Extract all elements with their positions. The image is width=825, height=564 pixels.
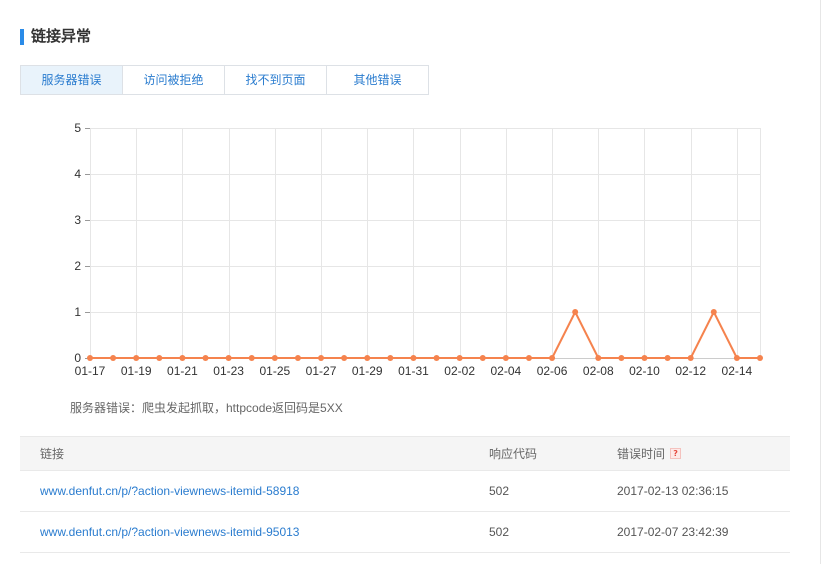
data-point-02-14 <box>733 355 740 361</box>
x-tick-label: 02-14 <box>722 364 753 378</box>
error-time-cell: 2017-02-07 23:42:39 <box>617 525 729 539</box>
x-tick-label: 01-25 <box>259 364 290 378</box>
response-code-cell: 502 <box>489 484 510 498</box>
series-line <box>90 311 760 359</box>
x-tick-label: 02-10 <box>629 364 660 378</box>
data-point-01-28 <box>341 355 348 361</box>
response-code-cell: 502 <box>489 525 510 539</box>
data-point-01-22 <box>202 355 209 361</box>
data-point-01-30 <box>387 355 394 361</box>
data-point-02-08 <box>595 355 602 361</box>
x-tick-label: 01-21 <box>167 364 198 378</box>
x-tick-label: 02-02 <box>444 364 475 378</box>
y-tick-label: 2 <box>74 259 81 273</box>
table-row: www.denfut.cn/p/?action-viewnews-itemid-… <box>20 512 790 553</box>
link-cell: www.denfut.cn/p/?action-viewnews-itemid-… <box>20 512 469 552</box>
x-tick-label: 01-31 <box>398 364 429 378</box>
tab-page-not-found[interactable]: 找不到页面 <box>224 66 326 94</box>
data-point-02-12 <box>687 355 694 361</box>
y-tick-label: 1 <box>74 305 81 319</box>
help-icon[interactable] <box>670 448 682 459</box>
column-header-label: 错误时间 <box>617 447 666 461</box>
x-tick-label: 01-17 <box>75 364 106 378</box>
data-point-02-13 <box>710 309 717 315</box>
error-type-tabs: 服务器错误 访问被拒绝 找不到页面 其他错误 <box>20 65 429 95</box>
data-point-01-26 <box>294 355 301 361</box>
data-point-02-09 <box>618 355 625 361</box>
x-tick-label: 02-12 <box>675 364 706 378</box>
y-tick-label: 5 <box>74 121 81 135</box>
column-header-link: 链接 <box>20 437 469 470</box>
data-point-02-02 <box>456 355 463 361</box>
data-point-02-03 <box>479 355 486 361</box>
data-point-02-11 <box>664 355 671 361</box>
column-header-error-time: 错误时间 <box>597 437 790 470</box>
data-point-02-15 <box>757 355 763 361</box>
tab-server-error[interactable]: 服务器错误 <box>21 66 122 94</box>
error-time-cell: 2017-02-13 02:36:15 <box>617 484 729 498</box>
data-point-02-04 <box>502 355 509 361</box>
column-header-label: 响应代码 <box>489 447 538 461</box>
data-point-02-06 <box>549 355 556 361</box>
x-tick-label: 01-27 <box>306 364 337 378</box>
chart-svg: 01-17 01-19 01-21 01-23 01-25 01-27 01-29 01-31… <box>74 121 763 378</box>
data-point-01-17 <box>87 355 93 361</box>
data-point-02-07 <box>572 309 579 315</box>
column-header-label: 链接 <box>40 447 65 461</box>
chart-note: 服务器错误：爬虫发起抓取，httpcode返回码是5XX <box>70 401 343 415</box>
y-tick-label: 4 <box>74 167 81 181</box>
data-point-01-18 <box>110 355 117 361</box>
data-point-01-29 <box>364 355 371 361</box>
data-point-02-10 <box>641 355 648 361</box>
x-tick-label: 01-23 <box>213 364 244 378</box>
data-point-01-25 <box>271 355 278 361</box>
link-cell: www.denfut.cn/p/?action-viewnews-itemid-… <box>20 471 469 511</box>
x-tick-label: 01-19 <box>121 364 152 378</box>
error-link[interactable]: www.denfut.cn/p/?action-viewnews-itemid-… <box>40 525 299 539</box>
data-point-01-23 <box>225 355 232 361</box>
x-tick-label: 02-06 <box>537 364 568 378</box>
tab-access-denied[interactable]: 访问被拒绝 <box>122 66 224 94</box>
data-point-01-20 <box>156 355 163 361</box>
data-point-01-27 <box>318 355 325 361</box>
error-links-table: 链接 响应代码 错误时间 www.denfut.cn/p/?action-vie… <box>20 436 790 553</box>
title-accent-bar <box>20 29 24 45</box>
data-point-02-05 <box>525 355 532 361</box>
error-link[interactable]: www.denfut.cn/p/?action-viewnews-itemid-… <box>40 484 299 498</box>
data-point-01-31 <box>410 355 417 361</box>
data-point-01-19 <box>133 355 140 361</box>
tab-other-errors[interactable]: 其他错误 <box>326 66 428 94</box>
x-tick-label: 01-29 <box>352 364 383 378</box>
x-tick-label: 02-04 <box>491 364 522 378</box>
column-header-response-code: 响应代码 <box>469 437 597 470</box>
error-count-chart: 01-17 01-19 01-21 01-23 01-25 01-27 01-29 01-31… <box>60 115 780 385</box>
y-tick-label: 0 <box>74 351 81 365</box>
table-header: 链接 响应代码 错误时间 <box>20 436 790 471</box>
page-right-border <box>820 0 821 564</box>
table-row: www.denfut.cn/p/?action-viewnews-itemid-… <box>20 471 790 512</box>
x-tick-label: 02-08 <box>583 364 614 378</box>
data-point-01-21 <box>179 355 186 361</box>
data-point-01-24 <box>248 355 255 361</box>
data-point-02-01 <box>433 355 440 361</box>
section-title: 链接异常 <box>31 28 92 45</box>
y-tick-label: 3 <box>74 213 81 227</box>
